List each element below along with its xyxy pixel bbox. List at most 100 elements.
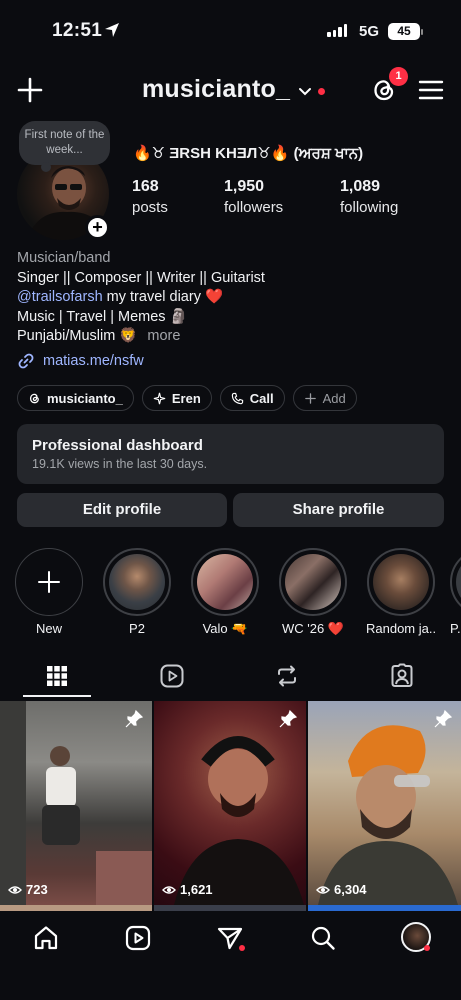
pinned-icon (279, 709, 298, 728)
highlight-label: New (35, 621, 62, 636)
username-title: musicianto_ (142, 75, 291, 103)
dashboard-title: Professional dashboard (32, 437, 203, 454)
post-view-count: 1,621 (162, 882, 213, 897)
post-image (174, 736, 304, 905)
stat-followers-value: 1,950 (224, 178, 265, 195)
eye-icon (316, 885, 330, 894)
stat-posts[interactable]: 168 posts (132, 178, 168, 216)
profile-bio: Musician/band Singer || Composer || Writ… (17, 249, 265, 347)
link-icon (18, 353, 34, 369)
chip-eren[interactable]: Eren (141, 385, 212, 411)
add-story-button[interactable]: + (85, 215, 110, 240)
unread-dot (318, 88, 326, 95)
bio-line-2: @trailsofarsh my travel diary ❤️ (17, 288, 265, 308)
highlight-thumbnail (109, 554, 165, 610)
signal-icon (327, 24, 347, 37)
messages-unread-dot (239, 945, 245, 951)
chip-add-label: Add (322, 390, 346, 406)
bio-mention-link[interactable]: @trailsofarsh (17, 289, 103, 305)
chip-call[interactable]: Call (219, 385, 285, 411)
share-profile-button[interactable]: Share profile (233, 493, 444, 527)
plus-icon (304, 392, 316, 404)
account-switcher[interactable]: musicianto_ (142, 75, 326, 104)
battery-icon: 45 (388, 23, 420, 40)
stat-followers[interactable]: 1,950 followers (224, 178, 283, 216)
post-tile[interactable]: 723 (0, 701, 152, 905)
profile-chips: musicianto_ Eren Call Add (17, 385, 357, 411)
bio-link-text: matias.me/nsfw (43, 353, 144, 369)
highlight-wc26[interactable]: WC '26 ❤️ (278, 548, 348, 637)
pinned-icon (125, 709, 144, 728)
post-view-count-value: 6,304 (334, 882, 367, 897)
post-view-count: 723 (8, 882, 48, 897)
stat-followers-label: followers (224, 199, 284, 216)
bio-line-4: Punjabi/Muslim 🦁 more (17, 327, 265, 347)
chip-threads-label: musicianto_ (47, 390, 123, 406)
stat-posts-label: posts (132, 199, 168, 216)
highlight-partial[interactable]: P... (450, 548, 461, 636)
highlight-thumbnail (285, 554, 341, 610)
post-tile[interactable]: 1,621 (154, 701, 306, 905)
post-view-count-value: 1,621 (180, 882, 213, 897)
highlight-random[interactable]: Random ja... (366, 548, 436, 636)
pinned-icon (434, 709, 453, 728)
reels-tab-icon[interactable] (159, 663, 185, 689)
highlight-p2[interactable]: P2 (102, 548, 172, 636)
bio-line-2-text: my travel diary ❤️ (102, 289, 224, 305)
grid-tab-icon[interactable] (44, 663, 70, 689)
chevron-down-icon (299, 87, 312, 95)
location-arrow-icon (105, 23, 119, 37)
profile-full-name: 🔥♉ ƎRSH KHƎЛ♉🔥 (ਅਰਸ਼ ਖਾਨ) (133, 145, 364, 162)
status-time: 12:51 (52, 20, 103, 41)
stat-following-label: following (340, 199, 399, 216)
chip-add[interactable]: Add (292, 385, 357, 411)
highlight-new[interactable]: New (14, 548, 84, 636)
post-tile[interactable]: 6,304 (308, 701, 461, 905)
phone-icon (231, 392, 243, 404)
chip-call-label: Call (249, 390, 274, 406)
status-bar: 12:51 5G 45 (0, 0, 461, 62)
chip-eren-label: Eren (171, 390, 201, 406)
post-image (0, 701, 152, 905)
stat-following[interactable]: 1,089 following (340, 178, 398, 216)
highlight-label: Random ja... (366, 621, 436, 636)
hamburger-menu-icon[interactable] (418, 79, 444, 101)
highlight-label: Valo 🔫 (202, 621, 248, 636)
profile-note-bubble[interactable]: First note of the week... (19, 121, 110, 172)
network-type: 5G (359, 23, 380, 40)
notification-badge: 1 (389, 67, 408, 86)
highlight-thumbnail (456, 554, 461, 610)
bio-line-3: Music | Travel | Memes 🗿 (17, 308, 188, 325)
active-tab-indicator (23, 695, 91, 697)
bio-more-link[interactable]: more (147, 328, 180, 344)
reposts-tab-icon[interactable] (274, 663, 300, 689)
highlight-thumbnail (373, 554, 429, 610)
highlight-valo[interactable]: Valo 🔫 (190, 548, 260, 637)
post-view-count: 6,304 (316, 882, 367, 897)
posts-grid: 723 1,621 6,304 (0, 701, 461, 911)
chip-threads[interactable]: musicianto_ (17, 385, 134, 411)
profile-top-bar: musicianto_ 1 (0, 67, 461, 114)
tagged-tab-icon[interactable] (389, 663, 415, 689)
bio-line-1: Singer || Composer || Writer || Guitaris… (17, 269, 265, 286)
highlight-label: P... (450, 621, 461, 636)
bio-category: Musician/band (17, 250, 111, 266)
dashboard-subtitle: 19.1K views in the last 30 days. (32, 457, 208, 471)
stat-posts-value: 168 (132, 178, 159, 195)
reels-icon[interactable] (124, 924, 152, 952)
bio-external-link[interactable]: matias.me/nsfw (17, 352, 144, 370)
highlight-thumbnail (197, 554, 253, 610)
search-icon[interactable] (309, 924, 337, 952)
create-plus-icon[interactable] (14, 74, 46, 106)
sparkle-icon (153, 392, 166, 404)
eye-icon (162, 885, 176, 894)
battery-tip (421, 29, 423, 35)
professional-dashboard-card[interactable]: Professional dashboard 19.1K views in th… (17, 424, 444, 484)
threads-icon (29, 393, 39, 403)
home-icon[interactable] (32, 924, 60, 952)
bottom-navigation (0, 911, 461, 1000)
eye-icon (8, 885, 22, 894)
new-highlight-circle (15, 548, 83, 616)
edit-profile-button[interactable]: Edit profile (17, 493, 227, 527)
highlight-label: WC '26 ❤️ (281, 621, 344, 636)
